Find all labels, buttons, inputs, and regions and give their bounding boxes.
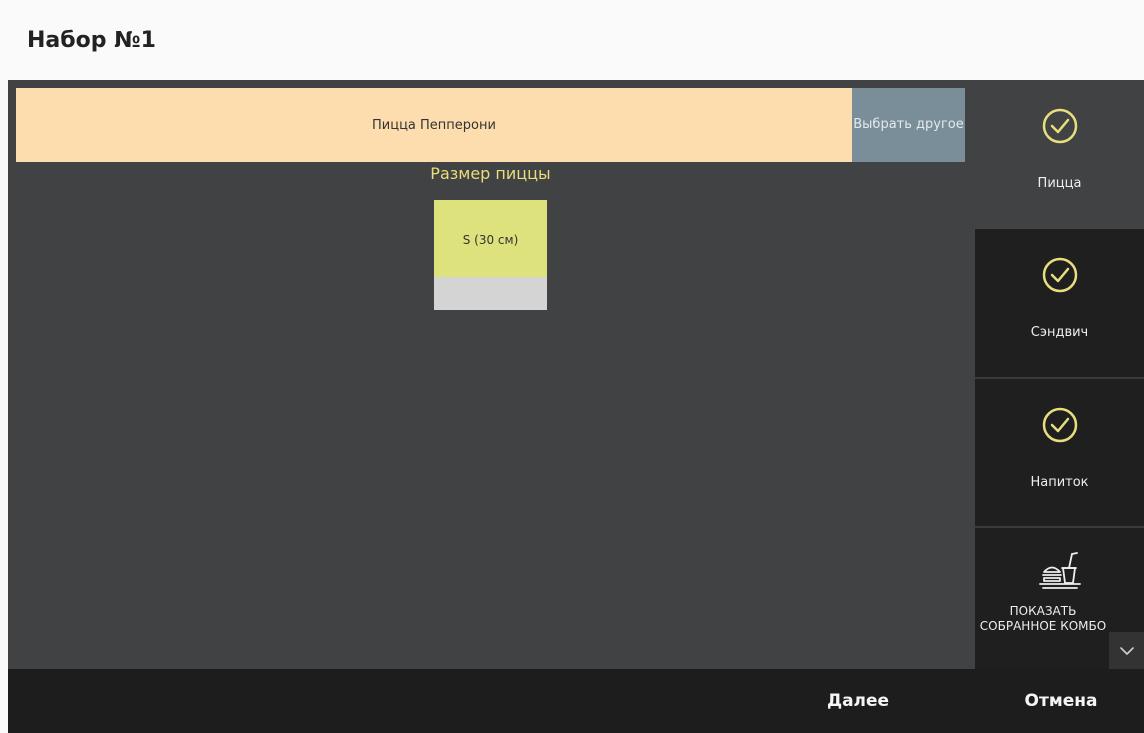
size-option-s[interactable]: S (30 см) [434,200,547,310]
check-circle-icon [1042,257,1078,293]
choose-other-button[interactable]: Выбрать другое [852,88,965,162]
tab-label: Напиток [1030,475,1089,490]
tab-drink[interactable]: Напиток [975,379,1144,526]
main-panel: Пицца Пепперони Выбрать другое Размер пи… [8,80,1144,669]
cancel-button[interactable]: Отмена [978,669,1144,733]
size-option-label: S (30 см) [462,233,519,247]
size-section-title: Размер пиццы [430,164,551,183]
size-option-label-area: S (30 см) [434,200,547,277]
tab-label: Сэндвич [1030,325,1089,340]
product-name: Пицца Пепперони [372,117,496,133]
chevron-down-icon [1119,646,1134,655]
check-circle-icon [1042,407,1078,443]
tab-pizza[interactable]: Пицца [975,80,1144,228]
show-combo-button[interactable]: ПОКАЗАТЬ СОБРАННОЕ КОМБО [975,528,1144,669]
tab-sandwich[interactable]: Сэндвич [975,229,1144,377]
selected-product-bar: Пицца Пепперони [16,88,852,162]
tab-label: Пицца [1037,176,1082,191]
next-button[interactable]: Далее [788,669,928,733]
footer-bar: Далее Отмена [8,669,1144,733]
combo-label: ПОКАЗАТЬ СОБРАННОЕ КОМБО [979,604,1107,633]
check-circle-icon [1042,108,1078,144]
header: Набор №1 [0,0,1144,80]
size-option-footer [434,277,547,310]
combo-tray-icon [1039,552,1081,589]
scroll-down-button[interactable] [1109,632,1144,669]
sidebar: Пицца Сэндвич Напиток ПОКАЗАТЬ СОБРАННОЕ… [975,80,1144,669]
page-title: Набор №1 [27,28,156,53]
